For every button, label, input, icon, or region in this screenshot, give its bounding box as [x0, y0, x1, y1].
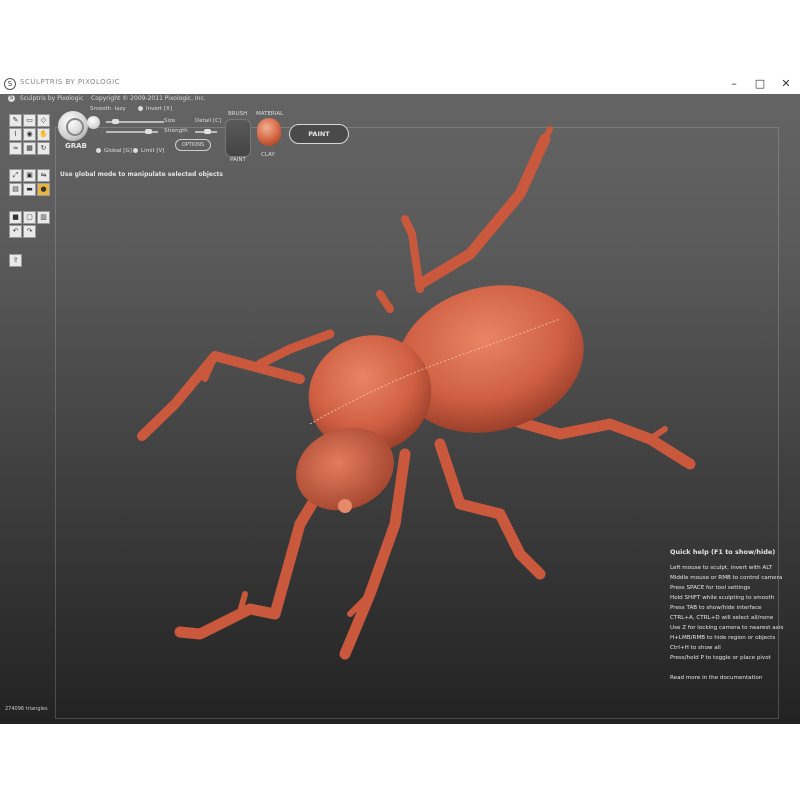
quick-help-line: CTRL+A, CTRL+D will select all/none [670, 615, 774, 621]
quick-help-line: Middle mouse or RMB to control camera [670, 575, 783, 581]
title-bar: S SCULPTRIS BY PIXOLOGIC – □ ✕ [0, 74, 800, 95]
quick-help-line: Press TAB to show/hide interface [670, 605, 762, 611]
sculpt-viewport[interactable]: S Sculptris by Pixologic Copyright © 200… [0, 94, 800, 724]
documentation-link[interactable]: Read more in the documentation [670, 673, 783, 683]
minimize-button[interactable]: – [722, 75, 746, 92]
triangle-count: 274096 triangles [5, 706, 48, 712]
quick-help-line: Ctrl+H to show all [670, 645, 721, 651]
maximize-button[interactable]: □ [748, 75, 772, 92]
quick-help-line: Use Z for locking camera to nearest axis [670, 625, 784, 631]
quick-help-title: Quick help (F1 to show/hide) [670, 548, 776, 556]
quick-help-line: Press/hold P to toggle or place pivot [670, 655, 771, 661]
quick-help-line: Press SPACE for tool settings [670, 585, 751, 591]
quick-help-line: H+LMB/RMB to hide region or objects [670, 635, 776, 641]
app-icon: S [4, 78, 16, 90]
quick-help-panel: Quick help (F1 to show/hide) Left mouse … [670, 547, 783, 683]
app-window: S SCULPTRIS BY PIXOLOGIC – □ ✕ S Sculptr… [0, 74, 800, 724]
beetle-eye [338, 499, 352, 513]
quick-help-line: Hold SHIFT while sculpting to smooth [670, 595, 775, 601]
close-button[interactable]: ✕ [774, 75, 798, 92]
window-title: SCULPTRIS BY PIXOLOGIC [20, 78, 121, 86]
quick-help-line: Left mouse to sculpt, invert with ALT [670, 565, 772, 571]
